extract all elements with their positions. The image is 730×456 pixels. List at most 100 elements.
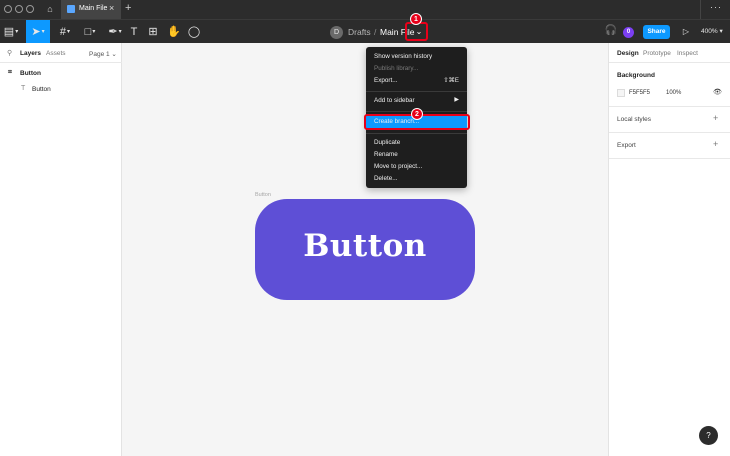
tab-main-file[interactable]: Main File × (61, 0, 121, 19)
zoom-value: 400% (701, 28, 718, 35)
tab-layers[interactable]: Layers (20, 50, 41, 57)
menu-item-label: Delete... (374, 175, 398, 182)
hand-tool-button[interactable]: ✋ (166, 20, 182, 44)
comment-icon: ◯ (187, 26, 201, 38)
menu-item-move-to-project[interactable]: Move to project... (366, 161, 467, 173)
page-selector[interactable]: Page 1 ⌄ (89, 50, 117, 58)
new-tab-button[interactable]: + (125, 2, 131, 14)
file-icon (67, 5, 75, 13)
components-icon: ⊞ (148, 26, 158, 38)
layer-row-frame[interactable]: ⌗ Button (0, 67, 122, 83)
rectangle-icon: □ (84, 26, 92, 38)
button-frame[interactable]: Button (255, 199, 475, 300)
frame-label[interactable]: Button (255, 192, 271, 198)
menu-item-rename[interactable]: Rename (366, 149, 467, 161)
main-menu-button[interactable]: ▤▾ (0, 20, 22, 44)
local-styles-title: Local styles (617, 116, 651, 123)
tab-design[interactable]: Design (617, 50, 639, 57)
menu-divider (366, 133, 467, 134)
search-icon[interactable]: ⚲ (7, 49, 12, 57)
menu-item-export[interactable]: Export... ⇧⌘E (366, 75, 467, 87)
breadcrumb-separator: / (374, 27, 377, 37)
menu-divider (366, 91, 467, 92)
toolbar: ▤▾ ➤▾ #▾ □▾ ✒▾ T ⊞ ✋ ◯ D Drafts / Main F… (0, 19, 730, 44)
menu-item-label: Move to project... (374, 163, 423, 170)
tab-title: Main File (79, 5, 108, 12)
share-button[interactable]: Share (643, 25, 670, 39)
home-icon[interactable]: ⌂ (40, 0, 60, 19)
more-icon[interactable]: ··· (707, 2, 725, 16)
export-title: Export (617, 142, 636, 149)
move-cursor-icon: ➤ (31, 26, 41, 38)
tab-bar: ⌂ Main File × + ··· (0, 0, 730, 19)
resources-tool-button[interactable]: ⊞ (146, 20, 160, 44)
close-tab-icon[interactable]: × (109, 3, 114, 13)
headphones-icon[interactable]: 🎧 (604, 25, 618, 39)
tab-prototype[interactable]: Prototype (643, 50, 671, 57)
present-icon[interactable]: ▷ (680, 25, 692, 39)
background-hex-input[interactable]: F5F5F5 (629, 90, 650, 96)
menu-item-label: Show version history (374, 53, 433, 60)
tabbar-divider (700, 0, 701, 19)
frame-tool-button[interactable]: #▾ (54, 20, 76, 44)
window-close-dot[interactable] (4, 5, 12, 13)
plus-icon[interactable]: + (713, 113, 718, 123)
tab-assets[interactable]: Assets (46, 50, 66, 57)
chevron-down-icon: ▾ (15, 29, 19, 36)
background-opacity-input[interactable]: 100% (666, 90, 681, 96)
text-icon: T (130, 26, 138, 38)
eye-icon[interactable]: 👁 (713, 88, 722, 96)
canvas[interactable]: Button Button (122, 43, 608, 456)
shape-tool-button[interactable]: □▾ (79, 20, 101, 44)
local-styles-section: Local styles + (609, 107, 730, 133)
breadcrumb-drafts[interactable]: Drafts (348, 27, 371, 37)
window-minimize-dot[interactable] (15, 5, 23, 13)
menu-item-version-history[interactable]: Show version history (366, 51, 467, 63)
properties-panel: Design Prototype Inspect Background F5F5… (608, 43, 730, 456)
step-badge-2: 2 (411, 108, 423, 120)
pen-icon: ✒ (108, 26, 118, 38)
tab-inspect[interactable]: Inspect (677, 50, 698, 57)
menu-item-delete[interactable]: Delete... (366, 173, 467, 185)
layer-row-text[interactable]: T Button (0, 83, 122, 99)
menu-item-add-to-sidebar[interactable]: Add to sidebar ▶ (366, 95, 467, 107)
button-text-layer[interactable]: Button (255, 228, 475, 264)
background-swatch[interactable] (617, 89, 625, 97)
frame-icon: # (59, 26, 67, 38)
text-tool-button[interactable]: T (127, 20, 141, 44)
menu-item-label: Rename (374, 151, 398, 158)
step-badge-1: 1 (410, 13, 422, 25)
chevron-down-icon: ▾ (719, 28, 723, 35)
chevron-down-icon: ▾ (92, 29, 96, 36)
layer-label: Button (20, 70, 41, 77)
move-tool-button[interactable]: ➤▾ (26, 20, 50, 44)
text-icon: T (21, 85, 26, 92)
help-button[interactable]: ? (699, 426, 718, 445)
background-title: Background (617, 72, 655, 79)
menu-item-publish-library: Publish library... (366, 63, 467, 75)
background-section: Background F5F5F5 100% 👁 (609, 63, 730, 107)
window-zoom-dot[interactable] (26, 5, 34, 13)
menu-item-label: Add to sidebar (374, 97, 415, 104)
plus-icon[interactable]: + (713, 139, 718, 149)
zoom-level[interactable]: 400% ▾ (701, 27, 723, 35)
figma-menu-icon: ▤ (3, 26, 15, 38)
drafts-avatar: D (330, 26, 343, 39)
frame-icon: ⌗ (8, 69, 12, 76)
comment-tool-button[interactable]: ◯ (186, 20, 202, 44)
menu-item-shortcut: ⇧⌘E (443, 77, 459, 84)
pen-tool-button[interactable]: ✒▾ (104, 20, 126, 44)
chevron-down-icon: ▾ (67, 29, 71, 36)
chevron-down-icon: ▾ (118, 29, 122, 36)
avatar[interactable]: 0 (623, 27, 634, 38)
left-panel-tabs: ⚲ Layers Assets Page 1 ⌄ (0, 43, 122, 63)
menu-item-label: Publish library... (374, 65, 419, 72)
menu-item-label: Export... (374, 77, 398, 84)
layer-label: Button (32, 86, 51, 93)
hand-icon: ✋ (167, 26, 181, 38)
chevron-right-icon: ▶ (454, 97, 459, 103)
export-section: Export + (609, 133, 730, 159)
right-panel-tabs: Design Prototype Inspect (609, 43, 730, 63)
menu-item-label: Duplicate (374, 139, 401, 146)
menu-item-duplicate[interactable]: Duplicate (366, 137, 467, 149)
